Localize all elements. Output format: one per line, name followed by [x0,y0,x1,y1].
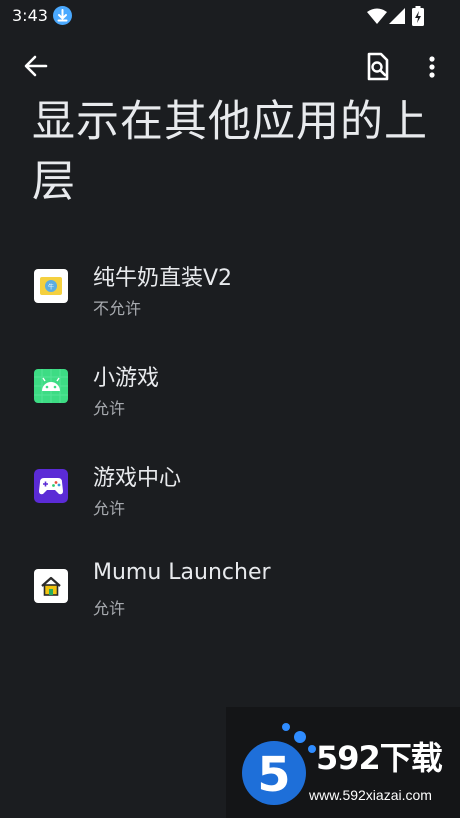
page-title: 显示在其他应用的上层 [32,97,428,207]
more-options-button[interactable] [420,52,444,82]
watermark-brand: 592下载 [316,739,443,777]
arrow-left-icon [24,55,48,77]
status-bar: 3:43 [0,0,460,32]
page-search-icon [367,52,389,81]
back-button[interactable] [20,50,52,82]
app-item-xiaoyouxi[interactable]: 小游戏 允许 [0,338,460,438]
status-time: 3:43 [12,6,48,25]
svg-text:5: 5 [257,747,290,803]
watermark-logo-icon: 5 [242,723,316,805]
app-item-chunniunai[interactable]: 牛 纯牛奶直装V2 不允许 [0,238,460,338]
android-icon [34,369,68,403]
app-name: Mumu Launcher [93,560,271,585]
more-vertical-icon [429,56,435,78]
home-launcher-icon [34,569,68,603]
signal-icon [389,8,405,24]
app-name: 游戏中心 [93,466,182,491]
download-notification-icon [53,6,72,25]
watermark: 5 592下载 www.592xiazai.com [226,707,460,818]
app-permission-status: 不允许 [93,299,142,318]
svg-text:牛: 牛 [48,283,54,291]
wifi-icon [367,8,387,24]
app-name: 小游戏 [93,366,160,391]
app-list: 牛 纯牛奶直装V2 不允许 小游戏 允许 游戏中心 允许 Mumu Launch… [0,238,460,638]
chunniunai-app-icon: 牛 [34,269,68,303]
battery-charging-icon [412,6,424,26]
app-name: 纯牛奶直装V2 [93,266,233,291]
app-permission-status: 允许 [93,599,126,618]
app-permission-status: 允许 [93,399,126,418]
watermark-url: www.592xiazai.com [309,787,432,803]
app-item-mumu-launcher[interactable]: Mumu Launcher 允许 [0,538,460,638]
search-button[interactable] [364,52,392,82]
app-permission-status: 允许 [93,499,126,518]
gamepad-icon [34,469,68,503]
app-item-youxizhongxin[interactable]: 游戏中心 允许 [0,438,460,538]
